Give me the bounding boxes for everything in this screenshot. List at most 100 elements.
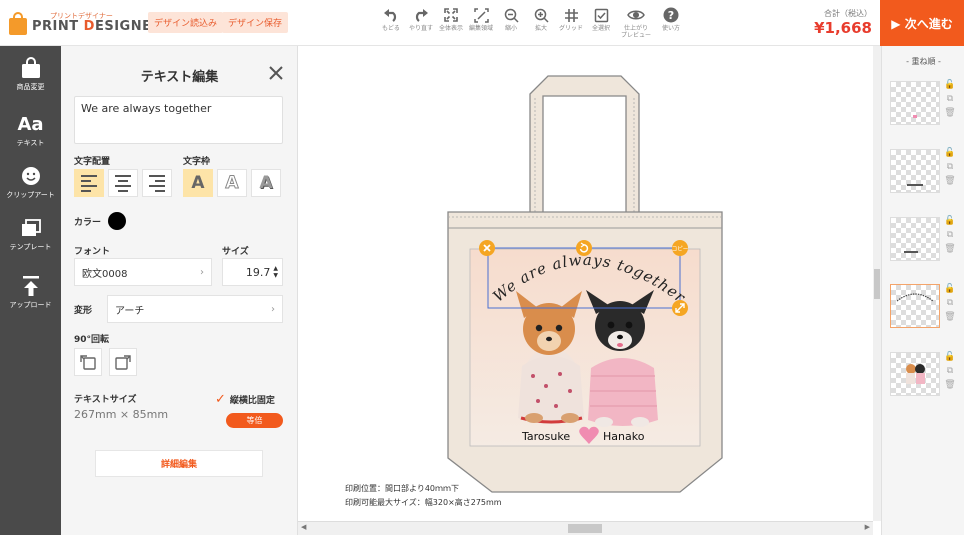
help-button[interactable]: ? 使い方 — [656, 6, 686, 39]
rotate-label: 90°回転 — [74, 335, 110, 345]
unlock-icon[interactable]: 🔓 — [944, 350, 955, 364]
copy-icon[interactable]: ⧉ — [947, 92, 953, 106]
font-shadow-icon: A — [259, 173, 273, 193]
text-input[interactable]: We are always together — [74, 96, 283, 144]
textsize-value: 267mm × 85mm — [74, 408, 169, 421]
frame-shadow-button[interactable]: A — [251, 169, 281, 197]
redo-button[interactable]: やり直す — [406, 6, 436, 39]
rotate-right-button[interactable] — [109, 348, 137, 376]
layer-controls-3: 🔓 ⧉ 🗑 — [944, 214, 956, 256]
zoom-out-button[interactable]: 縮小 — [496, 6, 526, 39]
keep-ratio-checkbox[interactable]: ✓ 縦横比固定 — [215, 392, 275, 407]
layer-thumb-3[interactable] — [890, 217, 940, 261]
load-design-button[interactable]: デザイン読込み — [148, 12, 224, 33]
layer-dogs-preview — [906, 364, 925, 384]
arch-text[interactable]: We are always together — [489, 251, 688, 307]
fit-all-icon — [442, 6, 460, 24]
name-right-text[interactable]: Hanako — [603, 430, 644, 443]
align-right-button[interactable] — [142, 169, 172, 197]
save-design-button[interactable]: デザイン保存 — [222, 12, 289, 33]
total-label: 合計（税込） — [824, 9, 872, 18]
svg-text:?: ? — [668, 9, 674, 22]
size-stepper[interactable]: 19.7 ▲ ▼ — [222, 258, 283, 286]
stepper-arrows-icon[interactable]: ▲ ▼ — [273, 265, 278, 279]
copy-icon[interactable]: ⧉ — [947, 364, 953, 378]
vertical-scroll-thumb[interactable] — [874, 269, 880, 299]
left-rail: 商品変更 Aa テキスト クリップアート テンプレート アップロード — [0, 46, 61, 535]
upload-icon — [19, 274, 43, 298]
text-edit-panel: テキスト編集 We are always together 文字配置 文字枠 A… — [61, 46, 298, 535]
name-left-text[interactable]: Tarosuke — [522, 430, 570, 443]
detail-edit-button[interactable]: 詳細編集 — [95, 450, 263, 477]
trash-icon[interactable]: 🗑 — [944, 310, 955, 324]
rail-item-text[interactable]: Aa テキスト — [0, 112, 61, 148]
transform-select[interactable]: アーチ › — [107, 295, 283, 323]
copy-icon[interactable]: ⧉ — [947, 296, 953, 310]
rotate-left-button[interactable] — [74, 348, 102, 376]
next-button[interactable]: ▶ 次へ進む — [880, 0, 964, 46]
unlock-icon[interactable]: 🔓 — [944, 282, 955, 296]
layer-controls-2: 🔓 ⧉ 🗑 — [944, 146, 956, 188]
checkmark-icon: ✓ — [215, 392, 226, 407]
grid-button[interactable]: グリッド — [556, 6, 586, 39]
zoom-out-icon — [502, 6, 520, 24]
frame-none-button[interactable]: A — [183, 169, 213, 197]
print-max-size-note: 印刷可能最大サイズ：幅320×高さ275mm — [345, 498, 502, 507]
size-label: サイズ — [222, 247, 249, 257]
trash-icon[interactable]: 🗑 — [944, 174, 955, 188]
align-left-button[interactable] — [74, 169, 104, 197]
color-label: カラー — [74, 218, 102, 228]
zoom-in-button[interactable]: 拡大 — [526, 6, 556, 39]
trash-icon[interactable]: 🗑 — [944, 106, 955, 120]
close-icon[interactable] — [269, 64, 283, 85]
layer-thumb-2[interactable] — [890, 149, 940, 193]
preview-icon — [627, 6, 645, 24]
layer-thumb-5[interactable] — [890, 352, 940, 396]
frame-outline-button[interactable]: A — [217, 169, 247, 197]
preview-button[interactable]: 仕上がり プレビュー — [616, 6, 656, 39]
bag-icon — [19, 56, 43, 80]
grid-icon — [562, 6, 580, 24]
rail-item-clipart[interactable]: クリップアート — [0, 164, 61, 200]
align-center-button[interactable] — [108, 169, 138, 197]
copy-icon[interactable]: ⧉ — [947, 228, 953, 242]
color-swatch[interactable] — [108, 212, 126, 230]
select-all-icon — [592, 6, 610, 24]
layer-heart-preview — [913, 115, 917, 118]
trash-icon[interactable]: 🗑 — [944, 242, 955, 256]
app-root: プリントデザイナー PRINT DESIGNER デザイン読込み デザイン保存 … — [0, 0, 964, 535]
logo[interactable]: プリントデザイナー PRINT DESIGNER — [8, 8, 162, 38]
undo-button[interactable]: もどる — [376, 6, 406, 39]
rail-item-upload[interactable]: アップロード — [0, 274, 61, 310]
chevron-right-icon: › — [200, 266, 204, 278]
trash-icon[interactable]: 🗑 — [944, 378, 955, 392]
unlock-icon[interactable]: 🔓 — [944, 78, 955, 92]
layer-thumb-4-selected[interactable] — [890, 284, 940, 328]
layer-arch-preview — [896, 293, 934, 302]
fit-all-button[interactable]: 全体表示 — [436, 6, 466, 39]
logo-main: PRINT DESIGNER — [32, 19, 162, 34]
font-select[interactable]: 欧文0008 › — [74, 258, 212, 286]
select-all-button[interactable]: 全選択 — [586, 6, 616, 39]
same-scale-button[interactable]: 等倍 — [226, 413, 283, 428]
clipart-icon — [19, 164, 43, 188]
scroll-left-icon[interactable]: ◀ — [301, 523, 306, 531]
vertical-scrollbar[interactable] — [873, 46, 881, 521]
zoom-in-icon — [532, 6, 550, 24]
layer-thumb-1[interactable] — [890, 81, 940, 125]
scroll-right-icon[interactable]: ▶ — [865, 523, 870, 531]
copy-icon[interactable]: ⧉ — [947, 160, 953, 174]
total-price: 合計（税込） ¥1,668 — [814, 8, 872, 37]
edit-area-button[interactable]: 編集領域 — [466, 6, 496, 39]
design-canvas[interactable]: コピー We are always together Tarosuke Hana… — [298, 46, 873, 521]
rail-item-product[interactable]: 商品変更 — [0, 56, 61, 92]
rail-item-template[interactable]: テンプレート — [0, 216, 61, 252]
horizontal-scrollbar[interactable]: ◀ ▶ — [298, 521, 873, 535]
layer-text-preview — [904, 251, 918, 253]
unlock-icon[interactable]: 🔓 — [944, 214, 955, 228]
toolbar: もどる やり直す 全体表示 編集領域 縮小 拡大 グリッド 全選択 仕上がり プ… — [376, 6, 686, 39]
horizontal-scroll-thumb[interactable] — [568, 524, 602, 533]
unlock-icon[interactable]: 🔓 — [944, 146, 955, 160]
chevron-right-icon: › — [271, 303, 275, 315]
logo-bag-icon — [8, 11, 28, 35]
